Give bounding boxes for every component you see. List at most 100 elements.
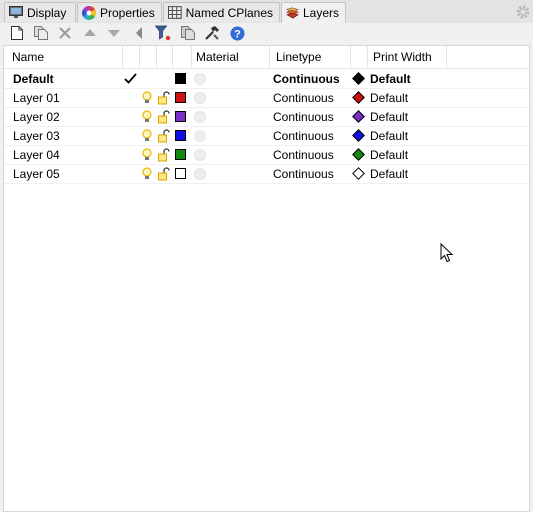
- unlocked-padlock-icon[interactable]: [158, 110, 170, 124]
- column-divider: [172, 46, 173, 68]
- move-to-parent-icon: [136, 27, 142, 39]
- material-swatch[interactable]: [194, 130, 206, 142]
- layer-row[interactable]: Layer 03 Continuous Default: [4, 127, 529, 146]
- layer-color-swatch[interactable]: [175, 130, 186, 141]
- print-color-diamond[interactable]: [352, 72, 365, 85]
- unlocked-padlock-icon[interactable]: [158, 167, 170, 181]
- visible-lightbulb-icon[interactable]: [142, 148, 152, 162]
- layer-name[interactable]: Layer 05: [13, 165, 60, 183]
- tab-layers[interactable]: Layers: [281, 2, 346, 23]
- layer-print-width[interactable]: Default: [370, 70, 411, 88]
- layer-print-width[interactable]: Default: [370, 127, 408, 145]
- material-swatch[interactable]: [194, 111, 206, 123]
- layer-name[interactable]: Layer 03: [13, 127, 60, 145]
- column-header-material[interactable]: Material: [196, 46, 239, 68]
- column-divider: [367, 46, 368, 68]
- print-color-diamond[interactable]: [352, 129, 365, 142]
- copy-button[interactable]: [180, 25, 196, 41]
- tools-button[interactable]: [204, 25, 220, 41]
- layer-linetype[interactable]: Continuous: [273, 127, 334, 145]
- move-to-parent-button[interactable]: [131, 25, 147, 41]
- layer-row[interactable]: Layer 01 Continuous Default: [4, 89, 529, 108]
- column-divider: [446, 46, 447, 68]
- layer-name[interactable]: Layer 02: [13, 108, 60, 126]
- layer-print-width[interactable]: Default: [370, 146, 408, 164]
- svg-text:?: ?: [234, 28, 241, 40]
- layer-name[interactable]: Layer 01: [13, 89, 60, 107]
- new-layer-button[interactable]: [9, 25, 25, 41]
- material-swatch[interactable]: [194, 149, 206, 161]
- print-color-diamond[interactable]: [352, 91, 365, 104]
- tab-named-cplanes-label: Named CPlanes: [185, 5, 273, 20]
- layer-linetype[interactable]: Continuous: [273, 165, 334, 183]
- layer-row[interactable]: Default Continuous Default: [4, 70, 529, 89]
- tools-icon: [205, 26, 219, 40]
- layer-print-width[interactable]: Default: [370, 165, 408, 183]
- print-color-diamond[interactable]: [352, 110, 365, 123]
- layer-color-swatch[interactable]: [175, 73, 186, 84]
- move-up-button[interactable]: [82, 25, 98, 41]
- unlocked-padlock-icon[interactable]: [158, 91, 170, 105]
- tab-properties[interactable]: Properties: [77, 2, 162, 22]
- visible-lightbulb-icon[interactable]: [142, 167, 152, 181]
- new-layer-icon: [11, 26, 23, 40]
- column-header-print-width[interactable]: Print Width: [373, 46, 432, 68]
- help-button[interactable]: ?: [229, 25, 245, 41]
- layer-color-swatch[interactable]: [175, 149, 186, 160]
- unlocked-padlock-icon[interactable]: [158, 148, 170, 162]
- new-sublayer-button[interactable]: [33, 25, 49, 41]
- layer-color-swatch[interactable]: [175, 111, 186, 122]
- layer-linetype[interactable]: Continuous: [273, 70, 340, 88]
- column-divider: [269, 46, 270, 68]
- layer-name[interactable]: Layer 04: [13, 146, 60, 164]
- tab-named-cplanes[interactable]: Named CPlanes: [163, 2, 280, 22]
- layer-row[interactable]: Layer 02 Continuous Default: [4, 108, 529, 127]
- layer-linetype[interactable]: Continuous: [273, 146, 334, 164]
- print-color-diamond[interactable]: [352, 148, 365, 161]
- delete-button[interactable]: [57, 25, 73, 41]
- monitor-icon: [9, 6, 23, 18]
- delete-icon: [59, 27, 71, 39]
- layer-name[interactable]: Default: [13, 70, 54, 88]
- material-swatch[interactable]: [194, 92, 206, 104]
- unlocked-padlock-icon[interactable]: [158, 129, 170, 143]
- mouse-cursor-icon: [440, 243, 453, 263]
- column-header-name[interactable]: Name: [12, 46, 44, 68]
- layer-print-width[interactable]: Default: [370, 89, 408, 107]
- filter-icon: [155, 25, 171, 41]
- move-up-icon: [84, 29, 96, 36]
- layers-icon: [286, 7, 299, 19]
- print-color-diamond[interactable]: [352, 167, 365, 180]
- color-wheel-icon: [82, 5, 96, 20]
- layer-print-width[interactable]: Default: [370, 108, 408, 126]
- current-layer-check-icon[interactable]: [124, 72, 137, 85]
- grid-icon: [168, 6, 182, 19]
- column-divider: [191, 46, 192, 68]
- move-down-button[interactable]: [106, 25, 122, 41]
- layer-color-swatch[interactable]: [175, 168, 186, 179]
- column-header-row: Name Material Linetype Print Width: [4, 46, 529, 69]
- visible-lightbulb-icon[interactable]: [142, 129, 152, 143]
- visible-lightbulb-icon[interactable]: [142, 110, 152, 124]
- layer-row[interactable]: Layer 05 Continuous Default: [4, 165, 529, 184]
- material-swatch[interactable]: [194, 73, 206, 85]
- material-swatch[interactable]: [194, 168, 206, 180]
- gear-icon[interactable]: [515, 4, 531, 20]
- layer-row[interactable]: Layer 04 Continuous Default: [4, 146, 529, 165]
- column-divider: [350, 46, 351, 68]
- tab-display[interactable]: Display: [4, 2, 76, 22]
- new-sublayer-icon: [34, 26, 48, 40]
- column-divider: [139, 46, 140, 68]
- layer-linetype[interactable]: Continuous: [273, 89, 334, 107]
- layers-toolbar: ?: [0, 23, 533, 44]
- layers-list[interactable]: Name Material Linetype Print Width Defau…: [3, 45, 530, 512]
- layer-linetype[interactable]: Continuous: [273, 108, 334, 126]
- tab-properties-label: Properties: [100, 5, 155, 20]
- move-down-icon: [108, 30, 120, 37]
- help-icon: ?: [230, 26, 244, 40]
- visible-lightbulb-icon[interactable]: [142, 91, 152, 105]
- layer-color-swatch[interactable]: [175, 92, 186, 103]
- tab-display-label: Display: [27, 5, 67, 20]
- filter-button[interactable]: [155, 25, 171, 41]
- column-header-linetype[interactable]: Linetype: [276, 46, 321, 68]
